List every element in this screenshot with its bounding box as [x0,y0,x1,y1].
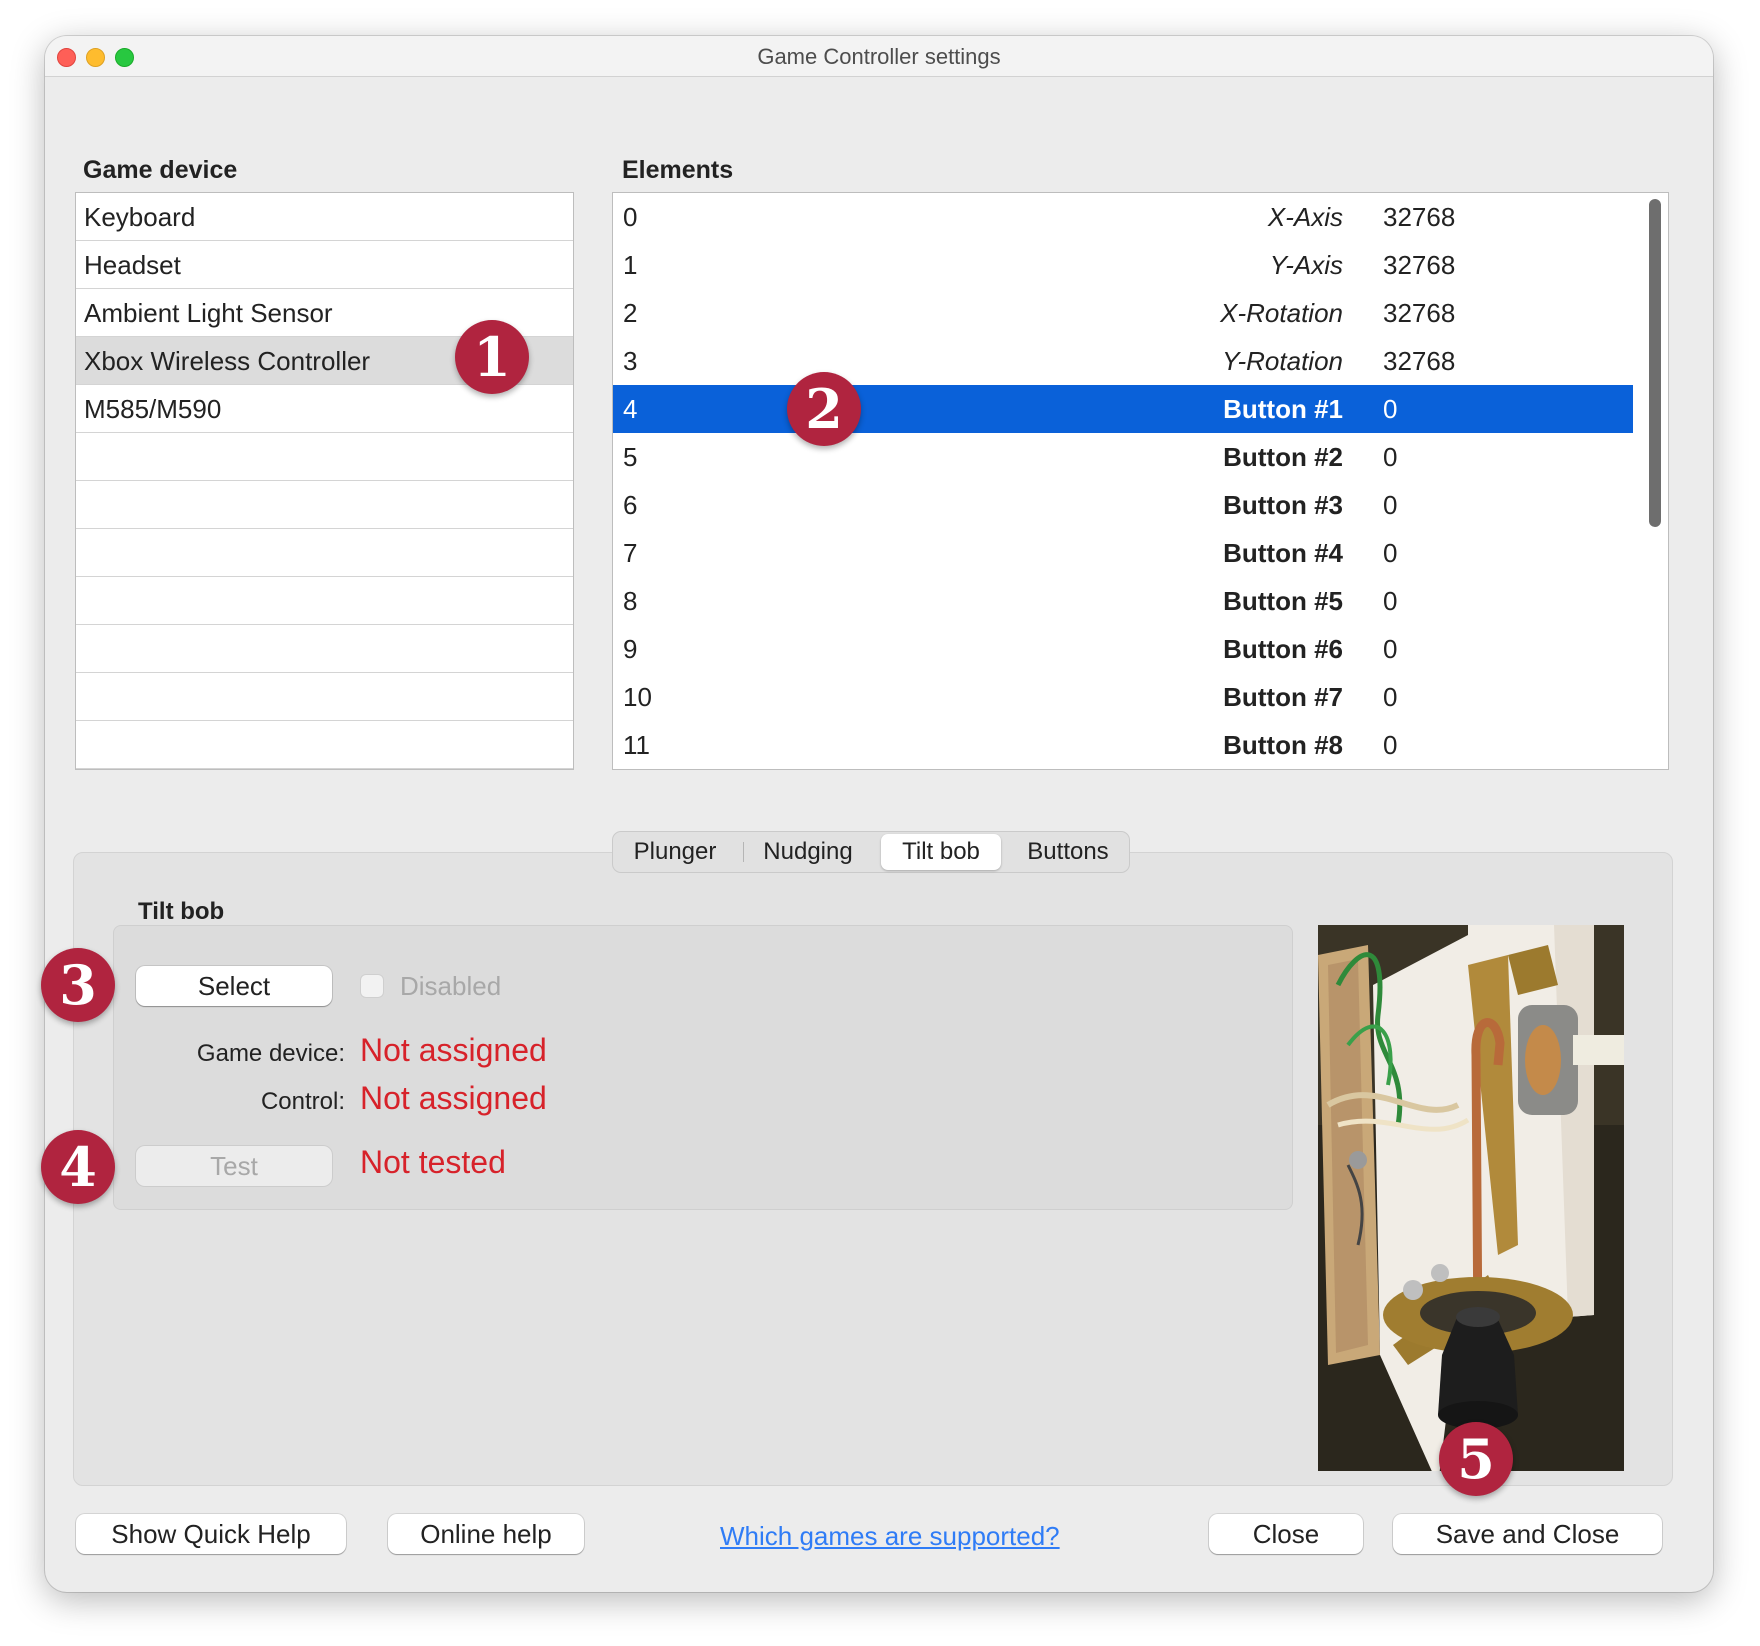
tab-bar: Plunger Nudging Tilt bob Buttons [612,831,1130,873]
supported-games-link[interactable]: Which games are supported? [720,1521,1060,1552]
window-title: Game Controller settings [757,44,1001,69]
element-name: Button #1 [1223,394,1343,424]
device-list-item[interactable]: Keyboard [76,193,573,241]
tilt-bob-photo [1318,925,1624,1471]
element-name: Button #5 [1223,586,1343,616]
element-index: 11 [623,730,650,760]
close-button[interactable]: Close [1209,1514,1363,1554]
element-value: 0 [1383,442,1398,472]
select-button[interactable]: Select [136,966,332,1006]
element-index: 9 [623,634,638,664]
element-row[interactable]: 1 Y-Axis 32768 [613,241,1633,289]
control-field-label: Control: [260,1088,345,1115]
element-name: X-Rotation [1220,298,1343,328]
element-value: 0 [1383,682,1398,712]
element-index: 6 [623,490,638,520]
device-list-item[interactable]: Headset [76,241,573,289]
element-name: X-Axis [1267,202,1343,232]
callout-badge-1: 1 [455,320,529,394]
element-index: 10 [623,682,652,712]
element-row[interactable]: 4 Button #1 0 [613,385,1633,433]
element-index: 2 [623,298,638,328]
element-value: 0 [1383,538,1398,568]
control-status: Not assigned [360,1080,547,1116]
callout-badge-2: 2 [787,372,861,446]
element-index: 4 [623,394,638,424]
element-row[interactable]: 3 Y-Rotation 32768 [613,337,1633,385]
element-value: 32768 [1383,298,1456,328]
device-list-item[interactable] [76,673,573,721]
settings-window: Game Controller settings Game device Key… [45,36,1713,1592]
game-device-heading: Game device [83,156,238,184]
element-value: 0 [1383,490,1398,520]
element-row[interactable]: 8 Button #5 0 [613,577,1633,625]
element-row[interactable]: 10 Button #7 0 [613,673,1633,721]
elements-scrollbar[interactable] [1649,199,1661,527]
element-index: 0 [623,202,638,232]
element-value: 32768 [1383,202,1456,232]
callout-badge-4: 4 [41,1130,115,1204]
online-help-button[interactable]: Online help [388,1514,584,1554]
element-index: 3 [623,346,638,376]
device-list-item[interactable] [76,481,573,529]
element-name: Button #4 [1223,538,1343,568]
device-list-item[interactable] [76,433,573,481]
tab-buttons[interactable]: Buttons [1013,832,1123,872]
game-device-field-label: Game device: [196,1040,345,1067]
callout-badge-5: 5 [1439,1422,1513,1496]
device-list-item[interactable] [76,577,573,625]
elements-list[interactable]: 11 Button #8 0 10 Button #7 0 9 Button #6 0 8 Butt… [612,192,1669,770]
tab-tilt-bob[interactable]: Tilt bob [881,834,1001,870]
tab-divider [743,842,744,862]
element-name: Button #7 [1223,682,1343,712]
game-device-list[interactable]: Keyboard Headset Ambient Light Sensor Xbox … [75,192,574,770]
element-name: Button #3 [1223,490,1343,520]
tab-nudging[interactable]: Nudging [753,832,863,872]
element-index: 8 [623,586,638,616]
element-row[interactable]: 2 X-Rotation 32768 [613,289,1633,337]
game-device-status: Not assigned [360,1032,547,1068]
element-value: 0 [1383,730,1398,760]
element-row[interactable]: 9 Button #6 0 [613,625,1633,673]
element-name: Y-Rotation [1222,346,1343,376]
element-row[interactable]: 5 Button #2 0 [613,433,1633,481]
element-row[interactable]: 6 Button #3 0 [613,481,1633,529]
disabled-label: Disabled [400,971,502,1001]
element-row[interactable]: 7 Button #4 0 [613,529,1633,577]
element-value: 32768 [1383,346,1456,376]
tilt-bob-heading: Tilt bob [138,898,225,925]
element-value: 32768 [1383,250,1456,280]
device-list-item[interactable] [76,529,573,577]
test-status: Not tested [360,1144,506,1180]
device-list-item[interactable] [76,625,573,673]
element-index: 5 [623,442,638,472]
element-index: 7 [623,538,638,568]
element-name: Y-Axis [1269,250,1343,280]
element-row[interactable]: 0 X-Axis 32768 [613,193,1633,241]
element-row[interactable]: 11 Button #8 0 [613,721,1633,769]
element-name: Button #2 [1223,442,1343,472]
show-quick-help-button[interactable]: Show Quick Help [76,1514,346,1554]
tab-plunger[interactable]: Plunger [627,832,723,872]
element-value: 0 [1383,586,1398,616]
disabled-checkbox[interactable] [360,974,384,998]
element-value: 0 [1383,394,1398,424]
elements-heading: Elements [622,156,734,184]
element-name: Button #6 [1223,634,1343,664]
test-button[interactable]: Test [136,1146,332,1186]
callout-badge-3: 3 [41,948,115,1022]
element-value: 0 [1383,634,1398,664]
element-name: Button #8 [1223,730,1343,760]
save-and-close-button[interactable]: Save and Close [1393,1514,1662,1554]
device-list-item[interactable] [76,721,573,769]
title-bar: Game Controller settings [45,36,1713,77]
element-index: 1 [623,250,638,280]
